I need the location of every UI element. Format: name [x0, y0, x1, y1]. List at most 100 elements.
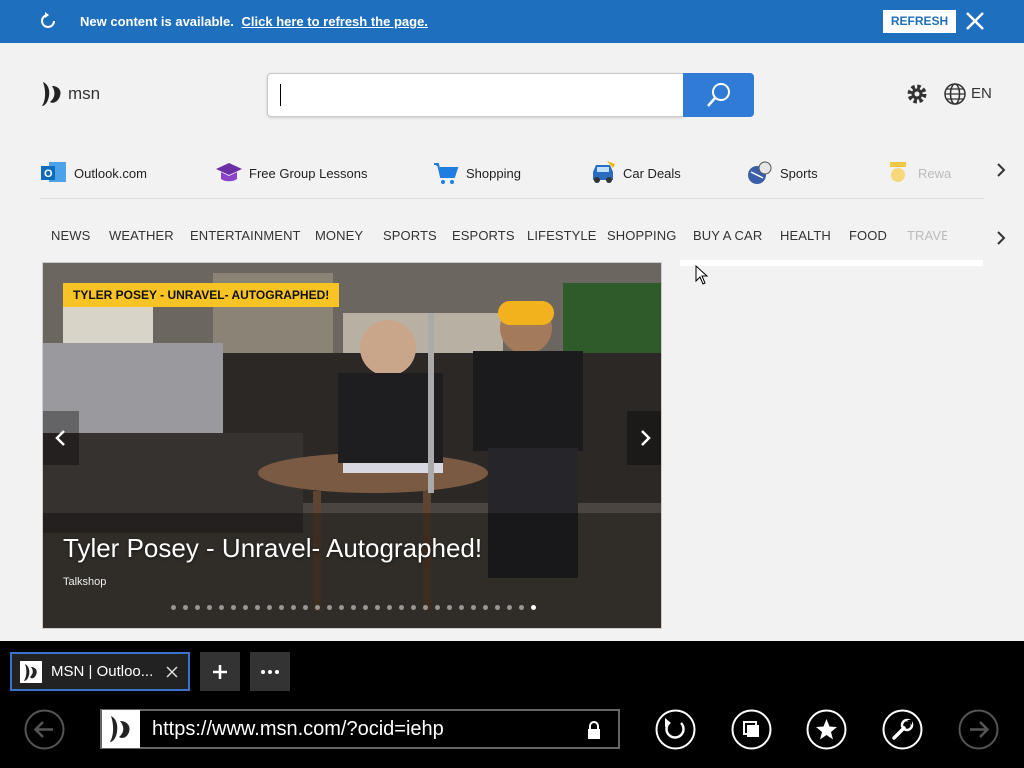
quicklink-sports[interactable]: Sports — [746, 159, 818, 187]
refresh-icon — [41, 12, 55, 28]
nav-esports[interactable]: ESPORTS — [452, 228, 515, 243]
carousel-dot[interactable] — [447, 605, 452, 610]
carousel-dot[interactable] — [183, 605, 188, 610]
nav-money[interactable]: MONEY — [315, 228, 363, 243]
carousel-dot[interactable] — [459, 605, 464, 610]
tabs-icon[interactable] — [731, 709, 772, 750]
carousel-dot[interactable] — [399, 605, 404, 610]
carousel-dot[interactable] — [375, 605, 380, 610]
chevron-right-icon[interactable] — [994, 229, 1008, 247]
quicklink-outlook[interactable]: O Outlook.com — [40, 159, 147, 187]
chevron-left-icon — [55, 430, 65, 446]
side-panel — [680, 260, 983, 266]
close-icon[interactable] — [165, 665, 179, 679]
nav-buy-a-car[interactable]: BUY A CAR — [693, 228, 762, 243]
search-button[interactable] — [683, 73, 754, 117]
language-selector[interactable]: EN — [971, 85, 992, 102]
close-icon[interactable] — [963, 9, 987, 33]
nav-health[interactable]: HEALTH — [780, 228, 831, 243]
quicklink-label: Free Group Lessons — [249, 165, 368, 181]
nav-weather[interactable]: WEATHER — [109, 228, 174, 243]
gear-icon[interactable] — [905, 82, 929, 106]
carousel-dot[interactable] — [219, 605, 224, 610]
refresh-button[interactable]: REFRESH — [883, 10, 956, 33]
tab-title: MSN | Outloo... — [51, 663, 154, 680]
quicklink-label: Car Deals — [623, 165, 681, 181]
globe-icon[interactable] — [943, 82, 967, 106]
new-tab-button[interactable] — [200, 652, 240, 691]
carousel-dot[interactable] — [231, 605, 236, 610]
quicklink-label: Sports — [780, 165, 818, 181]
carousel-dot[interactable] — [483, 605, 488, 610]
carousel-dot[interactable] — [507, 605, 512, 610]
carousel-dot[interactable] — [243, 605, 248, 610]
hero-tag: TYLER POSEY - UNRAVEL- AUTOGRAPHED! — [63, 283, 340, 307]
banner-text: New content is available. — [80, 14, 234, 29]
browser-tab[interactable]: MSN | Outloo... — [10, 652, 190, 691]
hero-carousel[interactable]: TYLER POSEY - UNRAVEL- AUTOGRAPHED! Tyle… — [42, 262, 662, 629]
carousel-dot[interactable] — [495, 605, 500, 610]
refresh-icon[interactable] — [655, 709, 696, 750]
nav-entertainment[interactable]: ENTERTAINMENT — [190, 228, 301, 243]
quicklink-cardeals[interactable]: Car Deals — [589, 159, 681, 187]
more-dots-icon — [261, 669, 279, 674]
svg-text:O: O — [44, 168, 53, 180]
nav-shopping[interactable]: SHOPPING — [607, 228, 676, 243]
carousel-dot[interactable] — [471, 605, 476, 610]
nav-food[interactable]: FOOD — [849, 228, 887, 243]
carousel-dot[interactable] — [351, 605, 356, 610]
quicklink-shopping[interactable]: Shopping — [432, 159, 521, 187]
quicklink-lessons[interactable]: Free Group Lessons — [215, 159, 368, 187]
sports-ball-icon — [748, 161, 772, 184]
back-arrow-icon[interactable] — [24, 709, 65, 750]
carousel-dot[interactable] — [363, 605, 368, 610]
carousel-dot[interactable] — [171, 605, 176, 610]
carousel-next-button[interactable] — [627, 411, 661, 465]
quicklink-label: Shopping — [466, 165, 521, 181]
carousel-dot[interactable] — [279, 605, 284, 610]
carousel-dot[interactable] — [387, 605, 392, 610]
chevron-right-icon — [641, 430, 651, 446]
mouse-cursor-icon — [695, 265, 709, 285]
carousel-dot[interactable] — [339, 605, 344, 610]
url-text[interactable]: https://www.msn.com/?ocid=iehp — [152, 718, 572, 741]
msn-favicon-icon — [20, 660, 42, 683]
chevron-right-icon[interactable] — [994, 161, 1008, 179]
notification-banner: New content is available. Click here to … — [0, 0, 1024, 43]
lock-icon — [588, 721, 600, 739]
nav-sports[interactable]: SPORTS — [383, 228, 437, 243]
quicklink-rewards[interactable]: Rewa — [884, 159, 956, 187]
carousel-dot[interactable] — [255, 605, 260, 610]
carousel-dot[interactable] — [411, 605, 416, 610]
nav-lifestyle[interactable]: LIFESTYLE — [527, 228, 597, 243]
carousel-dot[interactable] — [207, 605, 212, 610]
tab-options-button[interactable] — [250, 652, 290, 691]
carousel-dot[interactable] — [423, 605, 428, 610]
address-bar[interactable]: https://www.msn.com/?ocid=iehp — [100, 709, 620, 749]
wrench-tools-icon[interactable] — [882, 709, 923, 750]
rewards-trophy-icon — [890, 162, 906, 182]
carousel-dots[interactable] — [171, 605, 543, 610]
carousel-dot[interactable] — [315, 605, 320, 610]
carousel-dot[interactable] — [267, 605, 272, 610]
search-input[interactable] — [267, 73, 684, 117]
forward-arrow-icon[interactable] — [958, 709, 999, 750]
text-caret — [280, 84, 281, 106]
msn-butterfly-icon — [42, 82, 61, 106]
favorites-star-icon[interactable] — [806, 709, 847, 750]
carousel-dot[interactable] — [327, 605, 332, 610]
carousel-dot[interactable] — [291, 605, 296, 610]
msn-logo[interactable]: msn — [40, 80, 100, 108]
carousel-dot[interactable] — [531, 605, 536, 610]
plus-icon — [213, 664, 227, 679]
hero-title[interactable]: Tyler Posey - Unravel- Autographed! — [63, 533, 482, 564]
nav-travel[interactable]: TRAVE — [907, 228, 947, 243]
quicklink-label: Outlook.com — [74, 165, 147, 181]
carousel-dot[interactable] — [435, 605, 440, 610]
nav-news[interactable]: NEWS — [51, 228, 90, 243]
carousel-dot[interactable] — [303, 605, 308, 610]
refresh-link[interactable]: Click here to refresh the page. — [242, 14, 428, 29]
carousel-prev-button[interactable] — [43, 411, 79, 465]
carousel-dot[interactable] — [519, 605, 524, 610]
carousel-dot[interactable] — [195, 605, 200, 610]
